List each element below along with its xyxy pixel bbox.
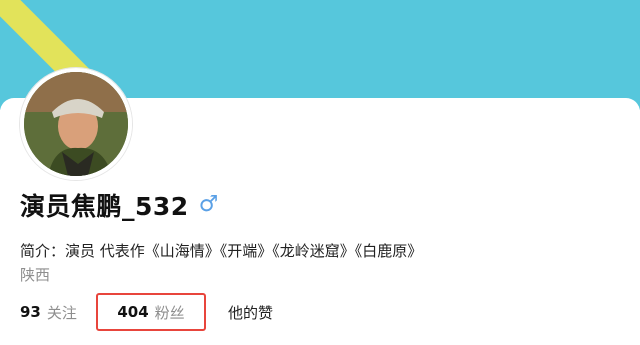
likes-label: 他的赞 [228, 303, 274, 322]
followers-count: 404 [117, 303, 149, 321]
name-row: 演员焦鹏_532 ♂ [20, 187, 218, 223]
following-count: 93 [20, 303, 41, 321]
followers-stat[interactable]: 404 粉丝 [96, 293, 206, 331]
followers-label: 粉丝 [154, 303, 185, 322]
profile-bio: 简介：演员 代表作《山海情》《开端》《龙岭迷窟》《白鹿原》 [20, 242, 423, 260]
male-icon: ♂ [198, 192, 219, 217]
likes-stat[interactable]: 他的赞 [228, 302, 273, 323]
following-stat[interactable]: 93 关注 [20, 302, 96, 323]
avatar[interactable] [20, 68, 132, 180]
avatar-photo [24, 72, 128, 176]
profile-page: 演员焦鹏_532 ♂ 简介：演员 代表作《山海情》《开端》《龙岭迷窟》《白鹿原》… [0, 0, 640, 345]
following-label: 关注 [46, 303, 77, 322]
profile-name: 演员焦鹏_532 [20, 192, 189, 221]
profile-location: 陕西 [20, 266, 51, 284]
profile-stats: 93 关注 404 粉丝 他的赞 [20, 293, 273, 331]
